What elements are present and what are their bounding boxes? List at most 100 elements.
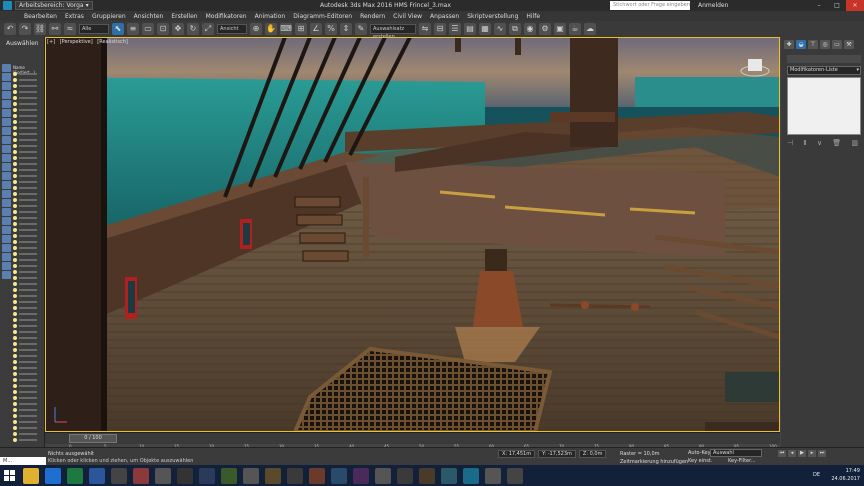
explorer-filter-icon[interactable]	[2, 118, 11, 126]
visibility-bulb-icon[interactable]	[13, 426, 17, 430]
key-selection-dropdown[interactable]: Auswahl	[710, 449, 762, 457]
object-name-field[interactable]	[787, 55, 861, 63]
create-tab-icon[interactable]: ✚	[784, 40, 794, 49]
selection-filter-dropdown[interactable]: Alle	[79, 24, 109, 34]
explorer-filter-icon[interactable]	[2, 109, 11, 117]
visibility-bulb-icon[interactable]	[13, 96, 17, 100]
visibility-bulb-icon[interactable]	[13, 312, 17, 316]
go-to-end-icon[interactable]: ⏭	[818, 450, 826, 457]
visibility-bulb-icon[interactable]	[13, 432, 17, 436]
graphite-ribbon-icon[interactable]: ▦	[479, 23, 491, 35]
explorer-filter-icon[interactable]	[2, 100, 11, 108]
render-production-icon[interactable]: ☕	[569, 23, 581, 35]
app-icon[interactable]	[397, 467, 413, 484]
visibility-bulb-icon[interactable]	[13, 342, 17, 346]
visibility-bulb-icon[interactable]	[13, 288, 17, 292]
previous-frame-icon[interactable]: ◂	[788, 450, 796, 457]
visibility-bulb-icon[interactable]	[13, 438, 17, 442]
edge-icon[interactable]	[45, 467, 61, 484]
explorer-filter-icon[interactable]	[2, 217, 11, 225]
visibility-bulb-icon[interactable]	[13, 90, 17, 94]
app-logo-icon[interactable]	[3, 1, 12, 10]
app-icon[interactable]	[111, 467, 127, 484]
file-explorer-icon[interactable]	[23, 467, 39, 484]
show-end-result-icon[interactable]: Ⅱ	[803, 139, 806, 147]
app-icon[interactable]	[441, 467, 457, 484]
menu-item[interactable]: Bearbeiten	[24, 13, 57, 20]
visibility-bulb-icon[interactable]	[13, 138, 17, 142]
visibility-bulb-icon[interactable]	[13, 186, 17, 190]
time-slider-track[interactable]: 0 / 100	[45, 432, 780, 444]
maxscript-listener-input[interactable]: M...	[0, 457, 46, 465]
display-tab-icon[interactable]: ▭	[832, 40, 842, 49]
visibility-bulb-icon[interactable]	[13, 246, 17, 250]
visibility-bulb-icon[interactable]	[13, 276, 17, 280]
a360-render-icon[interactable]: ☁	[584, 23, 596, 35]
visibility-bulb-icon[interactable]	[13, 132, 17, 136]
app-icon[interactable]	[485, 467, 501, 484]
pin-stack-icon[interactable]: ⊣	[787, 139, 793, 147]
help-search-input[interactable]: Stichwort oder Frage eingeben	[610, 1, 690, 10]
excel-icon[interactable]	[67, 467, 83, 484]
visibility-bulb-icon[interactable]	[13, 408, 17, 412]
snap-icon[interactable]: ⊞	[295, 23, 307, 35]
rotate-icon[interactable]: ↻	[187, 23, 199, 35]
visibility-bulb-icon[interactable]	[13, 402, 17, 406]
menu-item[interactable]: Animation	[255, 13, 286, 20]
curve-editor-icon[interactable]: ∿	[494, 23, 506, 35]
visibility-bulb-icon[interactable]	[13, 156, 17, 160]
menu-item[interactable]: Ansichten	[134, 13, 164, 20]
explorer-filter-icon[interactable]	[2, 145, 11, 153]
play-icon[interactable]: ▶	[798, 450, 806, 457]
rendered-frame-icon[interactable]: ▣	[554, 23, 566, 35]
system-clock[interactable]: 17:49 24.06.2017	[831, 467, 860, 483]
z-coordinate-field[interactable]: Z: 0,0m	[578, 450, 607, 458]
explorer-filter-icon[interactable]	[2, 91, 11, 99]
menu-item[interactable]: Rendern	[360, 13, 385, 20]
visibility-bulb-icon[interactable]	[13, 210, 17, 214]
explorer-filter-icon[interactable]	[2, 64, 11, 72]
explorer-filter-icon[interactable]	[2, 226, 11, 234]
viewport-menu-label[interactable]: [+]	[47, 39, 55, 45]
visibility-bulb-icon[interactable]	[13, 420, 17, 424]
visibility-bulb-icon[interactable]	[13, 180, 17, 184]
select-by-name-icon[interactable]: ≡	[127, 23, 139, 35]
scene-explorer-icon[interactable]: ▤	[464, 23, 476, 35]
visibility-bulb-icon[interactable]	[13, 84, 17, 88]
explorer-filter-icon[interactable]	[2, 172, 11, 180]
explorer-filter-icon[interactable]	[2, 271, 11, 279]
visibility-bulb-icon[interactable]	[13, 390, 17, 394]
viewport-shading-label[interactable]: [Realistisch]	[97, 39, 128, 45]
next-frame-icon[interactable]: ▸	[808, 450, 816, 457]
menu-item[interactable]: Erstellen	[171, 13, 197, 20]
named-selection-dropdown[interactable]: Auswahlsatz erstellen	[370, 24, 416, 40]
select-object-icon[interactable]: ⬉	[112, 23, 124, 35]
visibility-bulb-icon[interactable]	[13, 282, 17, 286]
time-slider[interactable]: 0 / 100	[69, 434, 117, 443]
app-icon[interactable]	[133, 467, 149, 484]
menu-item[interactable]: Anpassen	[430, 13, 459, 20]
explorer-filter-icon[interactable]	[2, 163, 11, 171]
app-icon[interactable]	[221, 467, 237, 484]
render-setup-icon[interactable]: ⚙	[539, 23, 551, 35]
menu-item[interactable]: Modifikatoren	[206, 13, 247, 20]
explorer-filter-icon[interactable]	[2, 181, 11, 189]
visibility-bulb-icon[interactable]	[13, 144, 17, 148]
visibility-bulb-icon[interactable]	[13, 108, 17, 112]
app-icon[interactable]	[419, 467, 435, 484]
visibility-bulb-icon[interactable]	[13, 300, 17, 304]
app-icon[interactable]	[287, 467, 303, 484]
visibility-bulb-icon[interactable]	[13, 414, 17, 418]
minimize-icon[interactable]: –	[810, 0, 828, 11]
explorer-filter-icon[interactable]	[2, 73, 11, 81]
mirror-icon[interactable]: ⇋	[419, 23, 431, 35]
app-icon[interactable]	[309, 467, 325, 484]
menu-item[interactable]: Skriptverstellung	[467, 13, 518, 20]
motion-tab-icon[interactable]: ◎	[820, 40, 830, 49]
visibility-bulb-icon[interactable]	[13, 270, 17, 274]
viewport-pov-label[interactable]: [Perspektive]	[60, 39, 93, 45]
move-icon[interactable]: ✥	[172, 23, 184, 35]
align-icon[interactable]: ⊟	[434, 23, 446, 35]
workspace-dropdown[interactable]: Arbeitsbereich: Vorga ▾	[15, 1, 93, 10]
visibility-bulb-icon[interactable]	[13, 318, 17, 322]
